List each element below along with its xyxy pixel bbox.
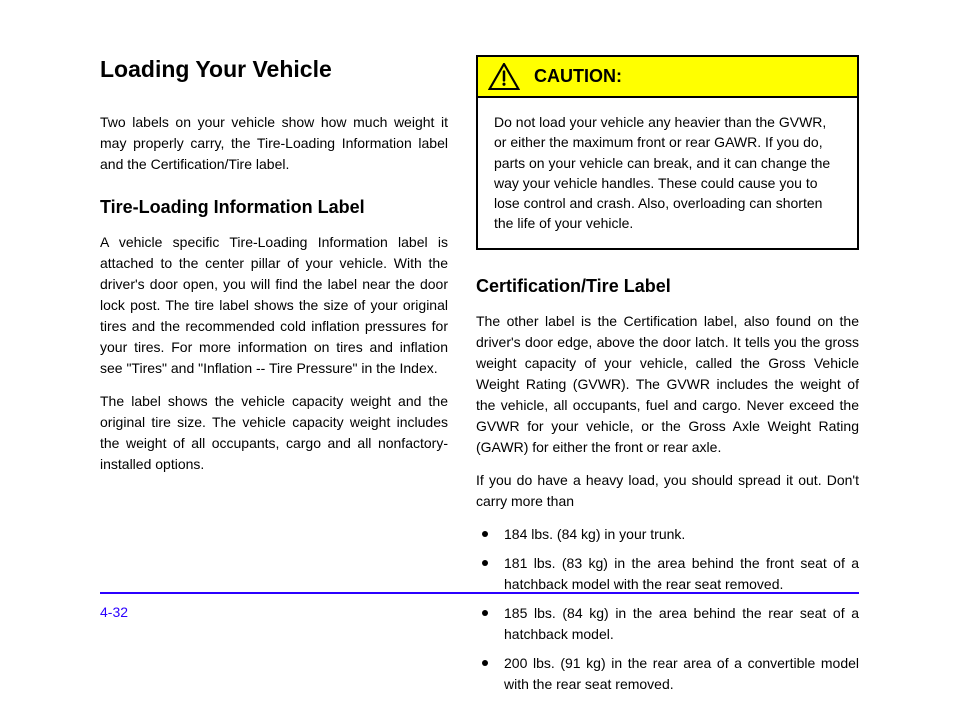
- caution-box: CAUTION: Do not load your vehicle any he…: [476, 55, 859, 250]
- caution-label: CAUTION:: [534, 66, 622, 87]
- list-item: 181 lbs. (83 kg) in the area behind the …: [482, 553, 859, 595]
- caution-body: Do not load your vehicle any heavier tha…: [478, 98, 857, 248]
- left-paragraph-1: Two labels on your vehicle show how much…: [100, 112, 448, 175]
- right-paragraph-1: The other label is the Certification lab…: [476, 311, 859, 458]
- footer-rule: [100, 592, 859, 594]
- list-item: 184 lbs. (84 kg) in your trunk.: [482, 524, 859, 545]
- warning-triangle-icon: [488, 63, 520, 90]
- list-item: 185 lbs. (84 kg) in the area behind the …: [482, 603, 859, 645]
- section-title: Loading Your Vehicle: [100, 55, 448, 84]
- caution-header: CAUTION:: [478, 57, 857, 98]
- left-paragraph-2: A vehicle specific Tire-Loading Informat…: [100, 232, 448, 379]
- page-number: 4-32: [100, 604, 128, 620]
- left-paragraph-3: The label shows the vehicle capacity wei…: [100, 391, 448, 475]
- list-item: 200 lbs. (91 kg) in the rear area of a c…: [482, 653, 859, 695]
- left-subhead-1: Tire-Loading Information Label: [100, 197, 448, 219]
- weight-list: 184 lbs. (84 kg) in your trunk. 181 lbs.…: [476, 524, 859, 695]
- right-list-lead: If you do have a heavy load, you should …: [476, 470, 859, 512]
- right-subhead-1: Certification/Tire Label: [476, 276, 859, 298]
